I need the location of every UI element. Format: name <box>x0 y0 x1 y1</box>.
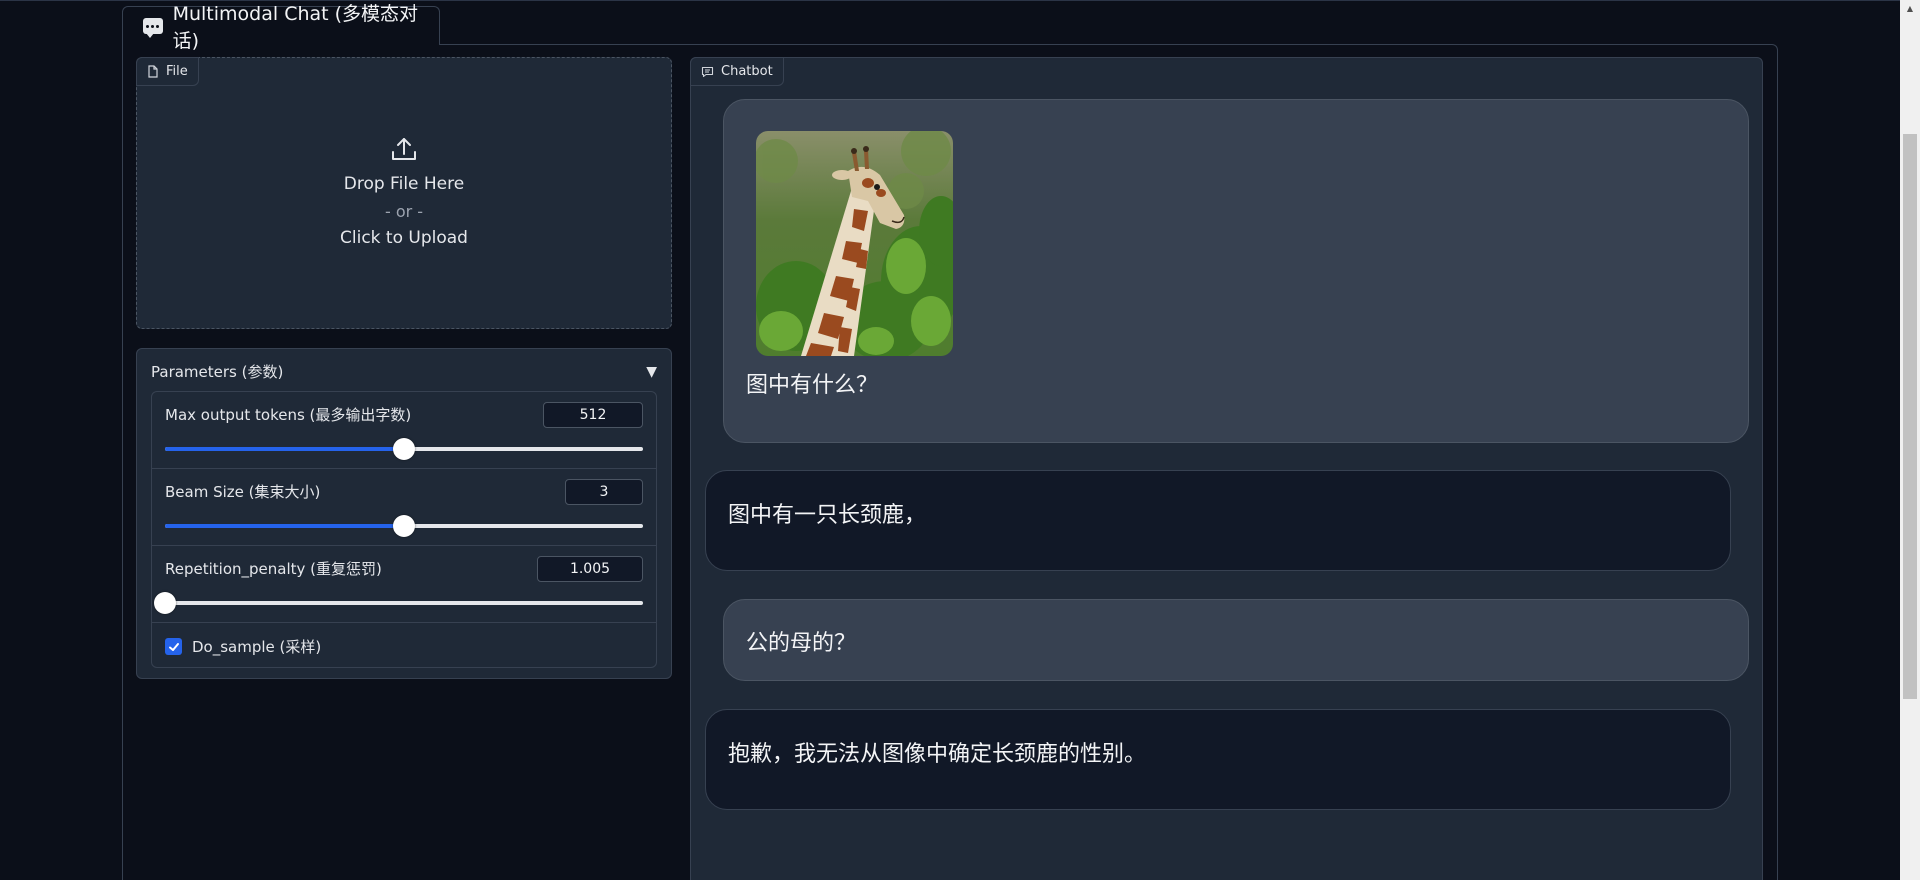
user-message: 图中有什么？ <box>723 99 1749 443</box>
user-message: 公的母的？ <box>723 599 1749 681</box>
max-tokens-slider-thumb[interactable] <box>393 438 415 460</box>
beam-size-slider-thumb[interactable] <box>393 515 415 537</box>
check-icon <box>168 642 179 651</box>
repetition-penalty-row: Repetition_penalty (重复惩罚) 1.005 <box>152 546 656 623</box>
repetition-penalty-label: Repetition_penalty (重复惩罚) <box>165 560 382 578</box>
chatbot-block-label: Chatbot <box>690 57 784 86</box>
parameters-form: Max output tokens (最多输出字数) 512 Beam Size… <box>151 391 657 668</box>
parameters-accordion: Parameters (参数) ▼ Max output tokens (最多输… <box>136 348 672 679</box>
chatbot-panel: Chatbot 图中有什么？ 图中有一只长颈鹿， 公的母的？ 抱歉，我无法从图像… <box>690 57 1763 880</box>
do-sample-checkbox[interactable] <box>165 638 182 655</box>
beam-size-slider-fill <box>165 524 404 528</box>
beam-size-label: Beam Size (集束大小) <box>165 483 321 501</box>
scrollbar-thumb[interactable] <box>1903 134 1917 699</box>
parameters-header[interactable]: Parameters (参数) ▼ <box>151 361 657 382</box>
chat-bubble-icon <box>143 18 163 38</box>
or-text: - or - <box>384 201 424 221</box>
chat-icon <box>701 66 714 77</box>
bot-message: 抱歉，我无法从图像中确定长颈鹿的性别。 <box>705 709 1731 810</box>
repetition-penalty-input[interactable]: 1.005 <box>537 556 643 582</box>
bot-message: 图中有一只长颈鹿， <box>705 470 1731 571</box>
tab-multimodal-chat[interactable]: Multimodal Chat (多模态对话) <box>122 3 440 52</box>
parameters-title: Parameters (参数) <box>151 363 284 381</box>
beam-size-row: Beam Size (集束大小) 3 <box>152 469 656 546</box>
file-upload-block[interactable]: File Drop File Here - or - Click to Uplo… <box>136 57 672 329</box>
caret-down-icon[interactable]: ▼ <box>646 364 657 380</box>
upload-dropzone[interactable]: Drop File Here - or - Click to Upload <box>137 58 671 328</box>
user-message-text: 公的母的？ <box>746 631 857 656</box>
scroll-up-arrow-icon[interactable]: ▲ <box>1900 0 1920 17</box>
user-message-text: 图中有什么？ <box>746 373 879 398</box>
tab-label: Multimodal Chat (多模态对话) <box>172 3 419 52</box>
bot-message-text: 抱歉，我无法从图像中确定长颈鹿的性别。 <box>728 742 1147 767</box>
max-tokens-slider-fill <box>165 447 404 451</box>
giraffe-photo[interactable] <box>756 131 953 356</box>
max-tokens-input[interactable]: 512 <box>543 402 643 428</box>
drop-file-text: Drop File Here <box>343 173 465 194</box>
repetition-penalty-slider-thumb[interactable] <box>154 592 176 614</box>
bot-message-text: 图中有一只长颈鹿， <box>728 503 927 528</box>
click-to-upload-text: Click to Upload <box>340 227 468 248</box>
max-tokens-label: Max output tokens (最多输出字数) <box>165 406 412 424</box>
beam-size-input[interactable]: 3 <box>565 479 643 505</box>
repetition-penalty-slider[interactable] <box>154 592 643 614</box>
beam-size-slider[interactable] <box>165 515 643 537</box>
do-sample-row[interactable]: Do_sample (采样) <box>165 636 321 657</box>
max-tokens-slider[interactable] <box>165 438 643 460</box>
do-sample-label: Do_sample (采样) <box>192 638 322 656</box>
giraffe-image <box>756 131 953 356</box>
page-scrollbar[interactable]: ▲ <box>1900 0 1920 880</box>
upload-icon <box>392 137 416 160</box>
chatbot-label-text: Chatbot <box>721 64 773 79</box>
max-tokens-row: Max output tokens (最多输出字数) 512 <box>152 392 656 469</box>
